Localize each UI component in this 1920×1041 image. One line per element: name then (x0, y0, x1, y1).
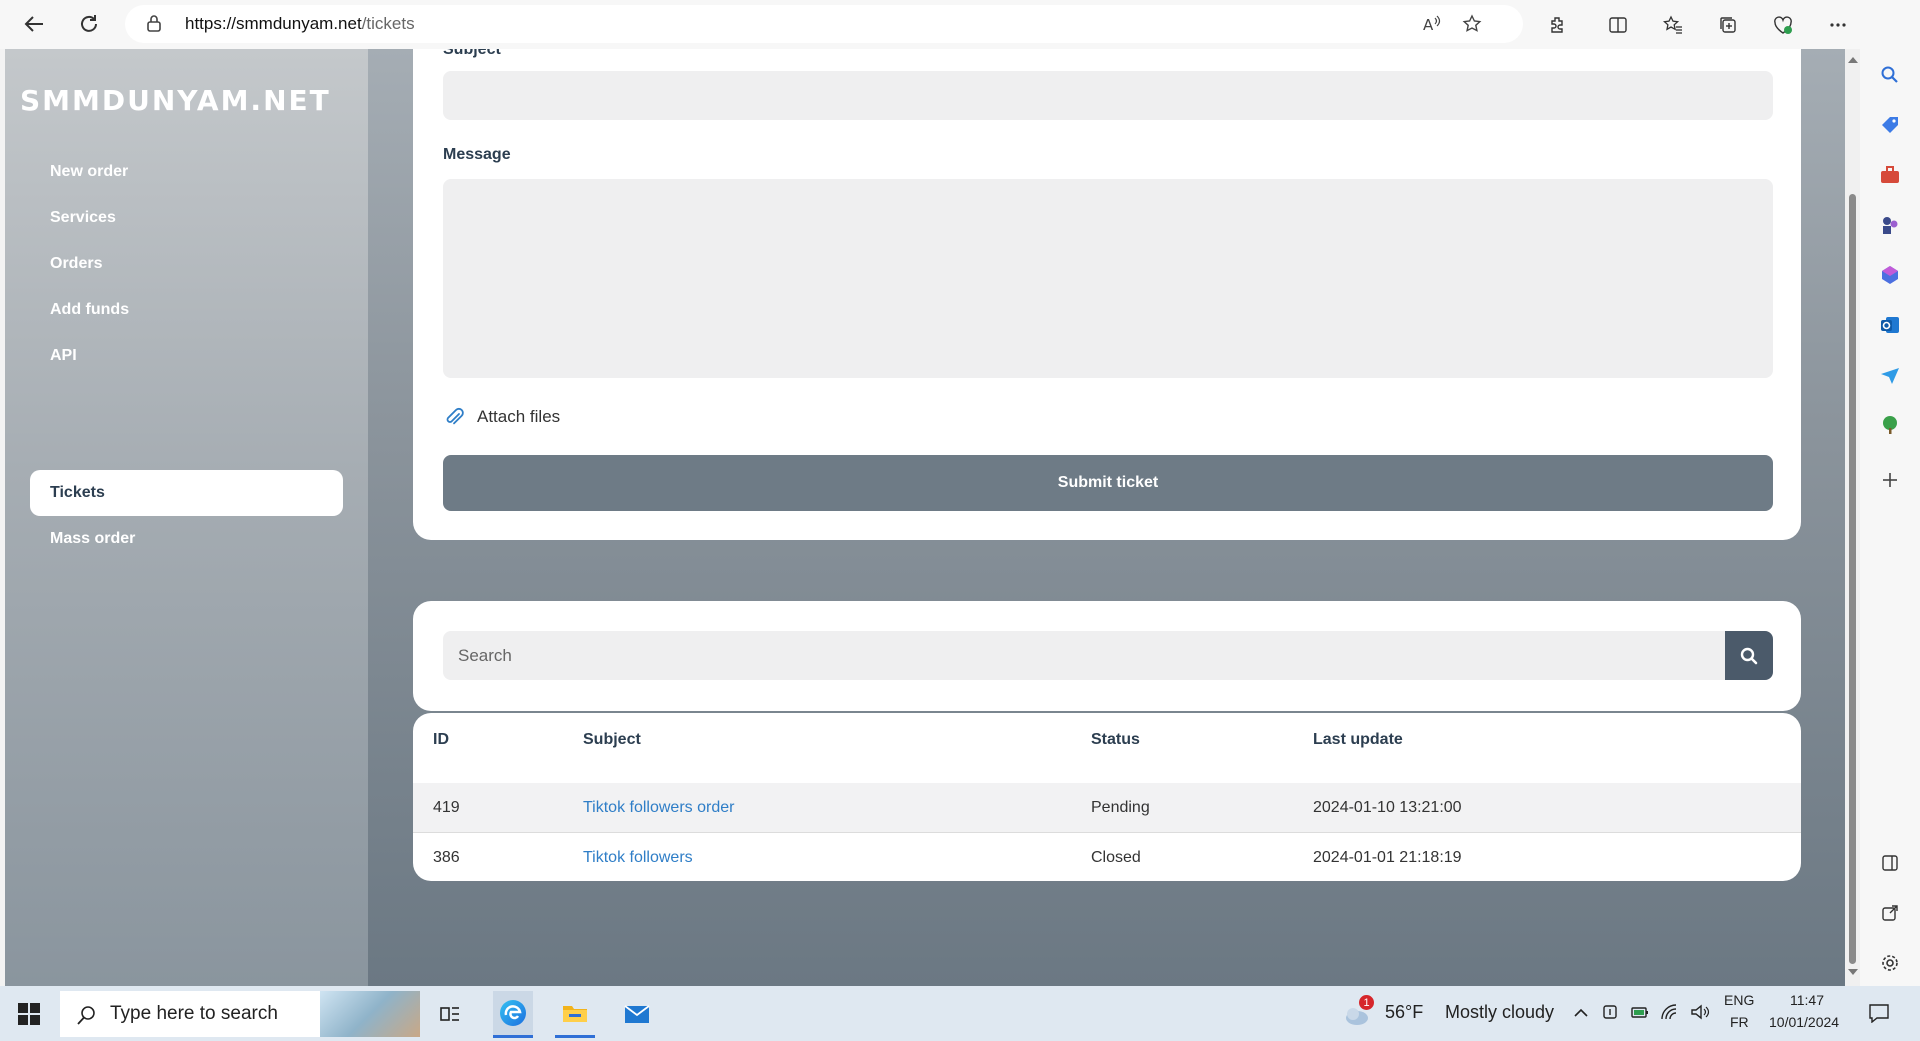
send-icon[interactable] (1878, 363, 1902, 387)
sidebar-item-services[interactable]: Services (30, 195, 343, 241)
ticket-status: Closed (1091, 849, 1141, 866)
show-hidden-icons-chevron-icon[interactable] (1572, 1004, 1590, 1027)
ticket-subject-link[interactable]: Tiktok followers (583, 849, 693, 867)
collections-icon[interactable] (1710, 7, 1746, 43)
ticket-search-card: Search (413, 601, 1801, 711)
task-view-icon[interactable] (430, 994, 470, 1034)
clock-date[interactable]: 10/01/2024 (1769, 1014, 1839, 1030)
browser-essentials-icon[interactable] (1765, 7, 1801, 43)
column-header-status: Status (1091, 731, 1140, 748)
new-ticket-form: Subject Message Attach files Submit tick… (413, 49, 1801, 540)
site-logo[interactable]: SMMDUNYAM.NET (20, 84, 331, 117)
weather-description: Mostly cloudy (1445, 1002, 1555, 1022)
ticket-id: 419 (433, 799, 460, 816)
sidebar-item-mass-order[interactable]: Mass order (30, 516, 343, 562)
wifi-icon[interactable] (1660, 1003, 1680, 1026)
weather-icon[interactable]: 1 (1343, 995, 1375, 1028)
favorite-star-icon[interactable] (1455, 7, 1489, 41)
weather-temperature: 56°F (1385, 1002, 1424, 1022)
ticket-subject-link[interactable]: Tiktok followers order (583, 799, 734, 817)
page-scrollbar[interactable] (1845, 49, 1860, 986)
notifications-icon[interactable] (1868, 1003, 1890, 1028)
sidebar-item-tickets[interactable]: Tickets (30, 470, 343, 516)
ticket-last-update: 2024-01-10 13:21:00 (1313, 799, 1462, 816)
language-bottom[interactable]: FR (1730, 1014, 1749, 1030)
address-bar[interactable]: https://smmdunyam.net/tickets A (125, 5, 1523, 43)
column-header-subject: Subject (583, 731, 641, 748)
taskbar-search-box[interactable]: Type here to search (60, 991, 420, 1037)
tickets-table: ID Subject Status Last update 419 Tiktok… (413, 713, 1801, 881)
shopping-tag-icon[interactable] (1878, 113, 1902, 137)
url-host: https://smmdunyam.net (185, 14, 362, 33)
games-icon[interactable] (1878, 213, 1902, 237)
extensions-icon[interactable] (1540, 7, 1576, 43)
microsoft-365-icon[interactable] (1878, 263, 1902, 287)
sidebar: SMMDUNYAM.NET New order Services Orders … (5, 49, 368, 986)
battery-icon[interactable] (1630, 1003, 1650, 1026)
taskbar-search-icon (76, 1004, 98, 1026)
read-aloud-icon[interactable]: A (1415, 7, 1449, 41)
tools-briefcase-icon[interactable] (1878, 163, 1902, 187)
taskbar-search-placeholder: Type here to search (110, 1003, 278, 1024)
ticket-id: 386 (433, 849, 460, 866)
weather-badge: 1 (1359, 995, 1374, 1010)
favorites-icon[interactable] (1655, 7, 1691, 43)
paperclip-icon (443, 406, 465, 428)
search-button[interactable] (1725, 631, 1773, 680)
split-screen-icon[interactable] (1600, 7, 1636, 43)
sidebar-item-orders[interactable]: Orders (30, 241, 343, 287)
sidebar-item-add-funds[interactable]: Add funds (30, 287, 343, 333)
meet-now-icon[interactable] (1601, 1003, 1619, 1026)
language-top[interactable]: ENG (1724, 992, 1754, 1008)
settings-gear-icon[interactable] (1878, 951, 1902, 975)
back-icon[interactable] (15, 5, 53, 43)
windows-start-icon[interactable] (18, 1003, 40, 1025)
ticket-status: Pending (1091, 799, 1150, 816)
scroll-up-arrow-icon[interactable] (1848, 57, 1858, 63)
svg-text:A: A (1423, 16, 1434, 34)
submit-ticket-button[interactable]: Submit ticket (443, 455, 1773, 511)
scroll-down-arrow-icon[interactable] (1848, 969, 1858, 975)
attach-files-button[interactable]: Attach files (443, 406, 560, 428)
column-header-last-update: Last update (1313, 731, 1403, 748)
subject-label: Subject (443, 49, 501, 58)
browser-toolbar: https://smmdunyam.net/tickets A (0, 0, 1920, 49)
volume-icon[interactable] (1690, 1003, 1710, 1026)
search-highlight-image (320, 991, 420, 1037)
edge-taskbar-icon[interactable] (493, 991, 533, 1038)
more-menu-icon[interactable] (1820, 7, 1856, 43)
outlook-icon[interactable] (1878, 313, 1902, 337)
refresh-icon[interactable] (70, 5, 108, 43)
message-textarea[interactable] (443, 179, 1773, 378)
add-icon[interactable] (1878, 468, 1902, 492)
edge-sidebar (1860, 0, 1920, 986)
url-path: /tickets (361, 14, 415, 33)
attach-files-label: Attach files (477, 407, 561, 426)
sidebar-item-api[interactable]: API (30, 333, 343, 379)
sidebar-toggle-icon[interactable] (1878, 851, 1902, 875)
column-header-id: ID (433, 731, 449, 748)
search-icon (1740, 647, 1758, 665)
message-label: Message (443, 146, 511, 163)
clock-time[interactable]: 11:47 (1790, 992, 1824, 1008)
scroll-thumb[interactable] (1849, 194, 1856, 964)
tree-icon[interactable] (1878, 413, 1902, 437)
subject-input[interactable] (443, 71, 1773, 120)
ticket-last-update: 2024-01-01 21:18:19 (1313, 849, 1462, 866)
search-placeholder: Search (458, 645, 512, 665)
mail-icon[interactable] (617, 994, 657, 1034)
page-viewport: SMMDUNYAM.NET New order Services Orders … (5, 49, 1845, 986)
sidebar-item-new-order[interactable]: New order (30, 149, 343, 195)
search-icon[interactable] (1878, 63, 1902, 87)
open-external-icon[interactable] (1878, 901, 1902, 925)
table-row: 419 Tiktok followers order Pending 2024-… (413, 783, 1801, 833)
ticket-search-input[interactable]: Search (443, 631, 1725, 680)
table-row: 386 Tiktok followers Closed 2024-01-01 2… (413, 833, 1801, 881)
windows-taskbar: Type here to search 1 56°F Mostly cloudy… (0, 986, 1920, 1041)
file-explorer-icon[interactable] (555, 991, 595, 1038)
lock-icon (147, 14, 161, 32)
